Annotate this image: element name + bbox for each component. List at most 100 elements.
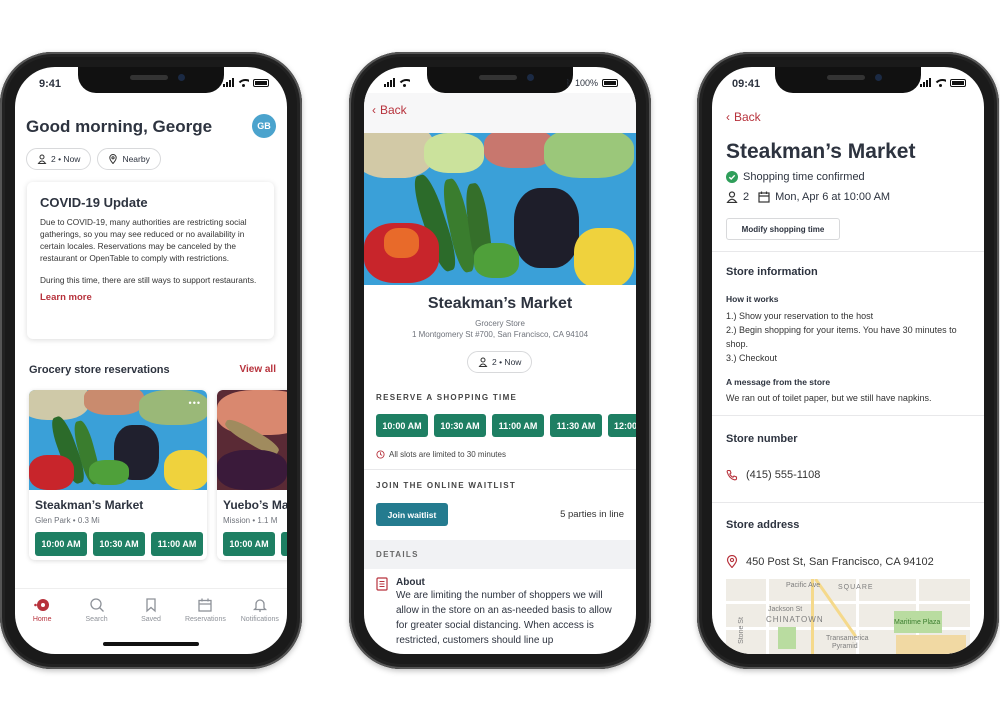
store-message: We ran out of toilet paper, but we still… — [726, 393, 932, 403]
time-slot-button[interactable]: 10:00 AM — [223, 532, 275, 556]
store-card[interactable]: Yuebo’s Ma Mission • 1.1 M 10:00 AM — [217, 390, 287, 560]
wifi-icon — [399, 78, 410, 87]
reservation-details: 2 Mon, Apr 6 at 10:00 AM — [726, 191, 890, 203]
tab-saved[interactable]: Saved — [124, 589, 178, 638]
phone-number: (415) 555-1108 — [746, 469, 821, 481]
phone-confirmation: 09:41 ‹ Back Steakman’s Market Shopping t… — [697, 52, 999, 669]
parties-in-line: 5 parties in line — [560, 509, 624, 520]
location-label: Nearby — [122, 154, 150, 164]
store-image: ••• — [29, 390, 207, 490]
phone-home: 9:41 Good morning, George GB 2 • Now Nea… — [0, 52, 302, 669]
reservation-datetime: Mon, Apr 6 at 10:00 AM — [775, 191, 891, 203]
time-slot-button[interactable]: 10:00 AM — [376, 414, 428, 437]
store-phone[interactable]: (415) 555-1108 — [726, 469, 820, 481]
covid-paragraph-1: Due to COVID-19, many authorities are re… — [40, 217, 247, 263]
store-map[interactable]: Pacific Ave SQUARE Jackson St CHINATOWN … — [726, 579, 970, 654]
phone-icon — [726, 469, 738, 481]
location-pin-icon — [726, 555, 738, 568]
tab-label: Notifications — [240, 616, 279, 623]
more-icon[interactable]: ••• — [189, 398, 201, 408]
chevron-left-icon: ‹ — [726, 110, 730, 124]
store-name: Steakman’s Market — [35, 498, 144, 512]
bookmark-icon — [146, 598, 156, 613]
location-chip[interactable]: Nearby — [97, 148, 161, 170]
store-title: Steakman’s Market — [726, 140, 916, 163]
about-section: About We are limiting the number of shop… — [376, 577, 618, 648]
store-card[interactable]: ••• Steakman’s Market Glen Park • 0.3 Mi… — [29, 390, 207, 560]
calendar-icon — [758, 191, 770, 203]
avatar[interactable]: GB — [252, 114, 276, 138]
chevron-left-icon: ‹ — [372, 103, 376, 117]
view-all-link[interactable]: View all — [239, 364, 276, 376]
signal-icon — [920, 78, 931, 87]
map-label: Transamerica — [826, 635, 869, 642]
tab-bar: Home Search Saved Reservations Notificat… — [15, 588, 287, 638]
store-address[interactable]: 450 Post St, San Francisco, CA 94102 — [726, 555, 934, 568]
time-slot-button[interactable]: 10:00 AM — [35, 532, 87, 556]
battery-icon — [602, 79, 618, 87]
join-waitlist-button[interactable]: Join waitlist — [376, 503, 448, 526]
step-item: 1.) Show your reservation to the host — [726, 311, 874, 321]
time-slot-button[interactable]: 12:00 — [608, 414, 636, 437]
store-address-heading: Store address — [726, 519, 800, 531]
status-time: 09:41 — [732, 78, 761, 90]
covid-title: COVID-19 Update — [40, 195, 148, 210]
store-title: Steakman’s Market — [427, 295, 573, 312]
bluetooth-icon: ᛒ — [565, 78, 571, 88]
section-title: Grocery store reservations — [29, 364, 170, 376]
signal-icon — [223, 78, 234, 87]
status-bar: 9:41 — [15, 67, 287, 97]
learn-more-link[interactable]: Learn more — [40, 292, 261, 303]
party-size-chip[interactable]: 2 • Now — [26, 148, 92, 170]
party-size-chip[interactable]: 2 • Now — [467, 351, 533, 373]
tab-label: Reservations — [184, 616, 226, 623]
about-title: About — [396, 577, 425, 588]
map-label: Maritime Plaza — [894, 619, 941, 626]
time-slot-button[interactable]: 11:00 AM — [151, 532, 203, 556]
wifi-icon — [935, 78, 946, 87]
map-label: Jackson St — [768, 606, 803, 613]
clock-icon — [376, 450, 385, 459]
tab-label: Home — [32, 616, 52, 623]
confirmation-status: Shopping time confirmed — [726, 171, 865, 183]
confirmation-text: Shopping time confirmed — [743, 171, 865, 183]
time-slot-button[interactable]: 11:30 AM — [550, 414, 602, 437]
time-slot-button[interactable]: 10:30 AM — [434, 414, 486, 437]
person-icon — [478, 357, 488, 367]
phone-store-detail: ᛒ 100% ‹ Back Steakman’s Market Grocery … — [349, 52, 651, 669]
signal-icon — [384, 78, 395, 87]
party-size: 2 — [743, 191, 750, 203]
map-label: Stone St — [737, 617, 745, 644]
tab-search[interactable]: Search — [69, 589, 123, 638]
store-hero-image — [364, 133, 636, 285]
store-address: 1 Montgomery St #700, San Francisco, CA … — [411, 330, 589, 339]
document-icon — [376, 577, 388, 591]
tab-reservations[interactable]: Reservations — [178, 589, 232, 638]
tab-notifications[interactable]: Notifications — [233, 589, 287, 638]
tab-home[interactable]: Home — [15, 589, 69, 638]
store-name: Yuebo’s Ma — [223, 498, 287, 512]
tab-label: Saved — [141, 616, 161, 623]
wifi-icon — [238, 78, 249, 87]
home-screen: 9:41 Good morning, George GB 2 • Now Nea… — [15, 67, 287, 654]
store-information-heading: Store information — [726, 266, 818, 278]
back-label: Back — [380, 103, 407, 117]
battery-icon — [950, 78, 966, 87]
person-icon — [37, 154, 47, 164]
time-slot-button[interactable]: 10:30 AM — [93, 532, 145, 556]
time-slot-button[interactable] — [281, 532, 287, 556]
address-text: 450 Post St, San Francisco, CA 94102 — [746, 555, 934, 568]
home-icon — [34, 599, 50, 611]
store-category: Grocery Store — [475, 319, 525, 328]
waitlist-section-label: JOIN THE ONLINE WAITLIST — [376, 481, 517, 490]
modify-shopping-time-button[interactable]: Modify shopping time — [726, 218, 840, 240]
person-icon — [726, 191, 738, 203]
status-bar: ᛒ 100% — [364, 67, 636, 97]
back-button[interactable]: ‹ Back — [372, 103, 407, 117]
step-item: 3.) Checkout — [726, 353, 778, 363]
store-number-heading: Store number — [726, 433, 798, 445]
time-slot-button[interactable]: 11:00 AM — [492, 414, 544, 437]
home-indicator[interactable] — [103, 642, 199, 646]
back-button[interactable]: ‹ Back — [726, 110, 761, 124]
status-bar: 09:41 — [712, 67, 984, 97]
